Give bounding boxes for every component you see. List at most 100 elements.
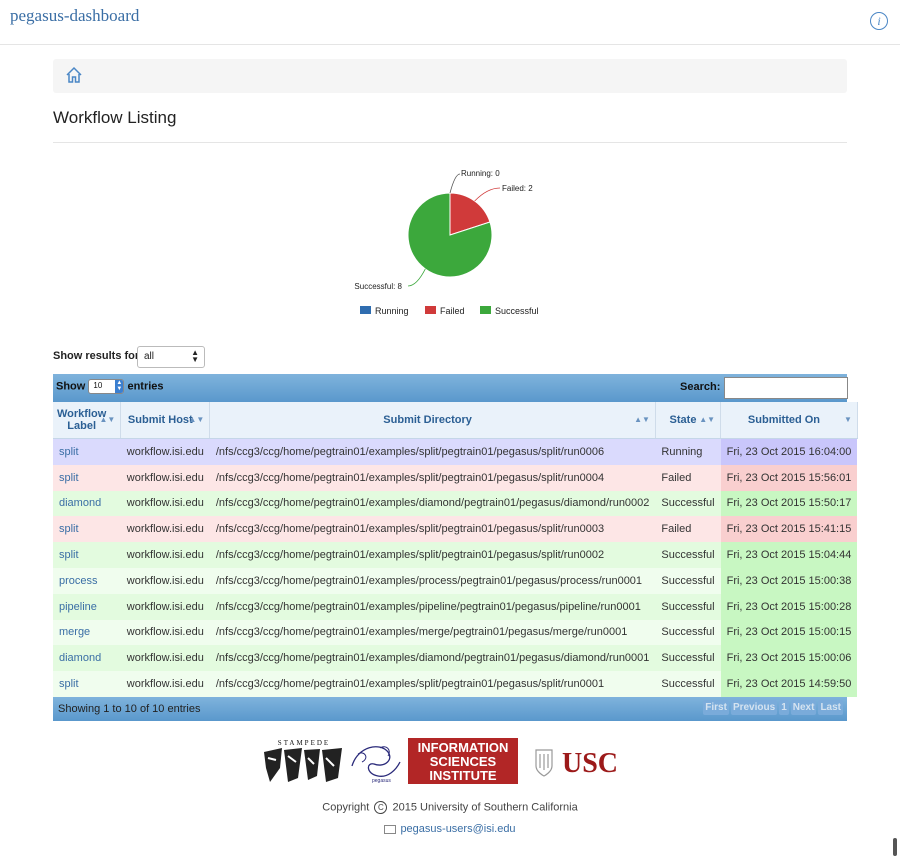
legend-label[interactable]: Running [375, 306, 409, 316]
submit-host: workflow.isi.edu [120, 464, 210, 491]
pagination: First Previous 1 Next Last [703, 700, 843, 715]
filter-selected-value: all [144, 351, 155, 362]
column-header-workflow-label[interactable]: Workflow Label ▲▼ [53, 402, 122, 439]
column-header-submitted-on[interactable]: Submitted On ▼ [720, 402, 858, 439]
brand-link[interactable]: pegasus-dashboard [10, 6, 139, 26]
column-header-submit-directory[interactable]: Submit Directory ▲▼ [209, 402, 656, 439]
pager-last-button[interactable]: Last [818, 700, 843, 715]
breadcrumb [53, 59, 847, 93]
filter-label: Show results for [53, 350, 140, 362]
table-info: Showing 1 to 10 of 10 entries [58, 703, 201, 715]
table-row: split workflow.isi.edu /nfs/ccg3/ccg/hom… [53, 516, 858, 543]
submitted-on: Fri, 23 Oct 2015 16:04:00 [720, 438, 858, 465]
submit-host: workflow.isi.edu [120, 619, 210, 646]
contact: pegasus-users@isi.edu [0, 823, 900, 835]
email-link[interactable]: pegasus-users@isi.edu [400, 823, 515, 835]
table-row: split workflow.isi.edu /nfs/ccg3/ccg/hom… [53, 542, 858, 568]
top-navbar: pegasus-dashboard i [0, 0, 900, 45]
pager-page-1-button[interactable]: 1 [779, 700, 789, 715]
workflow-link[interactable]: split [59, 549, 79, 561]
length-arrows-icon: ▲ ▼ [115, 380, 124, 393]
table-toolbar: Show 10 ▲ ▼ entries Search: [53, 374, 848, 402]
legend-swatch-failed [425, 306, 436, 314]
pie-slice-label: Running: 0 [461, 169, 500, 178]
workflow-link[interactable]: merge [59, 626, 90, 638]
workflow-state-pie-chart: Running: 0Failed: 2 Successful: 8 Running F… [354, 169, 539, 316]
pie-leader-line [474, 187, 501, 202]
workflow-state: Successful [655, 671, 721, 697]
workflow-state: Successful [655, 567, 721, 594]
sort-icon: ▲▼ [634, 415, 650, 424]
length-control: Show 10 ▲ ▼ entries [56, 379, 164, 394]
submit-directory: /nfs/ccg3/ccg/home/pegtrain01/examples/s… [209, 542, 656, 568]
pager-previous-button[interactable]: Previous [730, 700, 778, 715]
submit-host: workflow.isi.edu [120, 671, 210, 697]
pegasus-logo: pegasus [351, 746, 401, 784]
select-arrows-icon: ▲ ▼ [191, 348, 199, 364]
submit-host: workflow.isi.edu [120, 516, 210, 543]
pie-leader-line [449, 173, 461, 194]
svg-text:INFORMATION: INFORMATION [418, 740, 509, 755]
legend-label[interactable]: Failed [440, 306, 465, 316]
stampede-logo: STAMPEDE [264, 739, 344, 782]
submitted-on: Fri, 23 Oct 2015 15:00:06 [720, 645, 858, 672]
search-input[interactable] [724, 377, 848, 399]
copyright-icon: C [374, 801, 388, 814]
submit-host: workflow.isi.edu [120, 490, 210, 517]
show-label: Show [56, 380, 86, 393]
page-title: Workflow Listing [53, 108, 177, 127]
copyright: Copyright C 2015 University of Southern … [0, 801, 900, 814]
results-filter-select[interactable]: all ▲ ▼ [137, 346, 205, 368]
submitted-on: Fri, 23 Oct 2015 15:04:44 [720, 542, 858, 568]
workflow-table: Workflow Label ▲▼ Submit Host ▲▼ Submit Di… [53, 402, 858, 697]
sort-icon: ▲▼ [188, 415, 205, 424]
table-row: process workflow.isi.edu /nfs/ccg3/ccg/h… [53, 567, 858, 594]
submitted-on: Fri, 23 Oct 2015 15:50:17 [720, 490, 858, 517]
column-header-submit-host[interactable]: Submit Host ▲▼ [120, 402, 211, 439]
scrollbar[interactable] [893, 838, 897, 856]
workflow-link[interactable]: split [59, 523, 79, 535]
workflow-link[interactable]: process [59, 575, 98, 587]
svg-text:INSTITUTE: INSTITUTE [429, 768, 496, 783]
entries-length-select[interactable]: 10 ▲ ▼ [88, 379, 125, 394]
workflow-link[interactable]: diamond [59, 497, 101, 509]
column-header-state[interactable]: State ▲▼ [655, 402, 722, 439]
pie-slice-label: Successful: 8 [354, 282, 402, 291]
workflow-link[interactable]: split [59, 472, 79, 484]
submit-host: workflow.isi.edu [120, 567, 210, 594]
pager-next-button[interactable]: Next [790, 700, 817, 715]
workflow-link[interactable]: diamond [59, 652, 101, 664]
workflow-state: Successful [655, 619, 721, 646]
workflow-link[interactable]: split [59, 678, 79, 690]
copyright-prefix: Copyright [322, 801, 370, 814]
submitted-on: Fri, 23 Oct 2015 15:00:28 [720, 593, 858, 620]
workflow-link[interactable]: pipeline [59, 601, 97, 613]
home-icon[interactable] [65, 66, 83, 84]
info-icon[interactable]: i [870, 12, 888, 30]
workflow-link[interactable]: split [59, 446, 79, 458]
submit-directory: /nfs/ccg3/ccg/home/pegtrain01/examples/s… [209, 516, 656, 543]
pager-first-button[interactable]: First [703, 700, 729, 715]
usc-logo: USC [535, 748, 618, 779]
table-row: split workflow.isi.edu /nfs/ccg3/ccg/hom… [53, 671, 858, 697]
submitted-on: Fri, 23 Oct 2015 14:59:50 [720, 671, 858, 697]
submit-host: workflow.isi.edu [120, 542, 210, 568]
table-row: diamond workflow.isi.edu /nfs/ccg3/ccg/h… [53, 490, 858, 517]
isi-logo: INFORMATION SCIENCES INSTITUTE [408, 738, 518, 784]
submitted-on: Fri, 23 Oct 2015 15:56:01 [720, 464, 858, 491]
submit-directory: /nfs/ccg3/ccg/home/pegtrain01/examples/m… [209, 619, 656, 646]
svg-text:pegasus: pegasus [372, 778, 391, 784]
table-row: split workflow.isi.edu /nfs/ccg3/ccg/hom… [53, 464, 858, 491]
workflow-state: Failed [655, 464, 721, 491]
workflow-state: Successful [655, 593, 721, 620]
sort-icon: ▲▼ [99, 415, 116, 424]
svg-text:USC: USC [562, 748, 618, 779]
submitted-on: Fri, 23 Oct 2015 15:41:15 [720, 516, 858, 543]
search-label: Search: [680, 381, 721, 393]
table-row: merge workflow.isi.edu /nfs/ccg3/ccg/hom… [53, 619, 858, 646]
submit-directory: /nfs/ccg3/ccg/home/pegtrain01/examples/s… [209, 464, 656, 491]
sort-desc-icon: ▼ [843, 415, 852, 424]
legend-label[interactable]: Successful [495, 306, 539, 316]
submit-host: workflow.isi.edu [120, 438, 210, 465]
legend-swatch-successful [480, 306, 491, 314]
